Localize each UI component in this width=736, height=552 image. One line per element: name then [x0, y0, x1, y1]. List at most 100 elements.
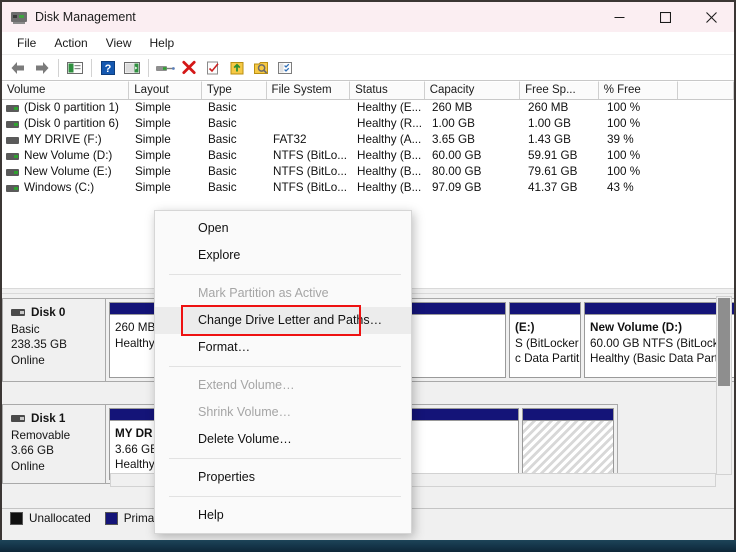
disk-info-disk-1[interactable]: Disk 1 Removable 3.66 GB Online [2, 404, 106, 484]
volume-context-menu: Open Explore Mark Partition as Active Chang… [154, 210, 412, 534]
close-icon[interactable] [688, 2, 734, 32]
disk-panel-vertical-scrollbar[interactable] [716, 296, 732, 475]
cell-percent_free: 43 % [607, 181, 634, 194]
volume-icon [6, 104, 19, 112]
column-header-volume[interactable]: Volume [2, 81, 130, 99]
window-controls [596, 2, 734, 32]
cell-type: Basic [208, 117, 237, 130]
delete-icon[interactable] [177, 57, 201, 79]
table-row[interactable]: (Disk 0 partition 6) Simple Basic Healthy (… [2, 116, 734, 132]
cell-percent_free: 100 % [607, 117, 641, 130]
partition-unallocated[interactable] [522, 408, 614, 480]
column-header-layout[interactable]: Layout [129, 81, 202, 99]
partition-block[interactable]: (E:) S (BitLocker c Data Partiti [509, 302, 581, 378]
cell-layout: Simple [135, 165, 171, 178]
scrollbar-thumb[interactable] [718, 298, 730, 386]
cell-free_space: 1.00 GB [528, 117, 571, 130]
cell-type: Basic [208, 181, 237, 194]
cell-layout: Simple [135, 149, 171, 162]
cell-type: Basic [208, 165, 237, 178]
partition-title: (E:) [515, 321, 535, 334]
help-icon[interactable]: ? [96, 57, 120, 79]
cell-capacity: 60.00 GB [432, 149, 482, 162]
volume-icon [6, 184, 19, 192]
cell-layout: Simple [135, 181, 171, 194]
menu-item-extend-volume: Extend Volume… [198, 378, 295, 392]
cell-volume: Windows (C:) [2, 180, 130, 196]
table-row[interactable]: Windows (C:) Simple Basic NTFS (BitLo... Hea… [2, 180, 734, 196]
cell-volume: New Volume (E:) [2, 164, 130, 180]
menu-item-mark-partition-as-active: Mark Partition as Active [198, 286, 329, 300]
menu-action[interactable]: Action [45, 33, 96, 53]
disk-type: Removable [11, 428, 71, 442]
column-header-free-sp[interactable]: Free Sp... [520, 81, 599, 99]
forward-icon[interactable] [30, 57, 54, 79]
cell-status: Healthy (B... [357, 165, 422, 178]
partition-block[interactable]: New Volume (D:) 60.00 GB NTFS (BitLocke He… [584, 302, 727, 378]
column-header-blank[interactable] [678, 81, 734, 99]
column-header-capacity[interactable]: Capacity [424, 81, 521, 99]
menu-item-properties[interactable]: Properties [155, 464, 411, 491]
disk-info-disk-0[interactable]: Disk 0 Basic 238.35 GB Online [2, 298, 106, 382]
disk-size: 3.66 GB [11, 444, 54, 457]
menu-item-shrink-volume: Shrink Volume… [198, 405, 292, 419]
table-row[interactable]: MY DRIVE (F:) Simple Basic FAT32 Healthy (A.… [2, 132, 734, 148]
column-header-file-system[interactable]: File System [266, 81, 351, 99]
menu-item-open[interactable]: Open [155, 215, 411, 242]
menu-help[interactable]: Help [141, 33, 184, 53]
table-row[interactable]: (Disk 0 partition 1) Simple Basic Healthy (… [2, 100, 734, 116]
menu-separator [169, 458, 401, 459]
volume-list-header: Volume Layout Type File System Status Capacit… [2, 81, 734, 100]
cell-layout: Simple [135, 117, 171, 130]
menu-item-delete-volume[interactable]: Delete Volume… [155, 426, 411, 453]
cell-percent_free: 100 % [607, 149, 641, 162]
cell-volume: (Disk 0 partition 1) [2, 100, 130, 116]
menu-separator [169, 496, 401, 497]
cell-free_space: 1.43 GB [528, 133, 571, 146]
menu-item-explore[interactable]: Explore [155, 242, 411, 269]
cell-free_space: 260 MB [528, 101, 569, 114]
column-header-status[interactable]: Status [350, 81, 425, 99]
show-hide-console-tree-icon[interactable] [63, 57, 87, 79]
column-header-type[interactable]: Type [201, 81, 267, 99]
export-icon[interactable] [225, 57, 249, 79]
properties-icon[interactable] [273, 57, 297, 79]
check-icon[interactable] [201, 57, 225, 79]
cell-layout: Simple [135, 133, 171, 146]
disk-size: 238.35 GB [11, 338, 67, 351]
rescan-disks-icon[interactable] [153, 57, 177, 79]
cell-layout: Simple [135, 101, 171, 114]
minimize-icon[interactable] [596, 2, 642, 32]
menu-item-change-drive-letter-and-paths[interactable]: Change Drive Letter and Paths… [155, 307, 411, 334]
cell-volume: (Disk 0 partition 6) [2, 116, 130, 132]
disk-title: Disk 0 [11, 305, 105, 321]
volume-icon [6, 136, 19, 144]
cell-status: Healthy (A... [357, 133, 422, 146]
cell-file_system [268, 100, 352, 116]
volume-icon [6, 120, 19, 128]
show-hide-action-pane-icon[interactable] [120, 57, 144, 79]
menu-item-format[interactable]: Format… [155, 334, 411, 361]
cell-file_system: FAT32 [273, 133, 307, 146]
cell-volume: MY DRIVE (F:) [2, 132, 130, 148]
menu-view[interactable]: View [97, 33, 141, 53]
desktop-background [0, 540, 736, 552]
table-row[interactable]: New Volume (D:) Simple Basic NTFS (BitLo...… [2, 148, 734, 164]
maximize-icon[interactable] [642, 2, 688, 32]
cell-type: Basic [208, 133, 237, 146]
legend-swatch [10, 512, 23, 525]
column-header-free[interactable]: % Free [598, 81, 679, 99]
menu-file[interactable]: File [8, 33, 45, 53]
menu-item-help[interactable]: Help [155, 502, 411, 529]
toolbar-separator [91, 58, 92, 77]
partition-line2: Healthy (Basic Data Parti [590, 352, 721, 365]
menu-separator [169, 366, 401, 367]
back-icon[interactable] [6, 57, 30, 79]
table-row[interactable]: New Volume (E:) Simple Basic NTFS (BitLo...… [2, 164, 734, 180]
cell-text: Windows (C:) [24, 181, 95, 194]
disk-management-window: Disk Management File Action View Help ? … [0, 0, 736, 540]
toolbar-separator [148, 58, 149, 77]
find-icon[interactable] [249, 57, 273, 79]
disk-state: Online [11, 353, 45, 367]
disk-name: Disk 1 [31, 412, 66, 425]
